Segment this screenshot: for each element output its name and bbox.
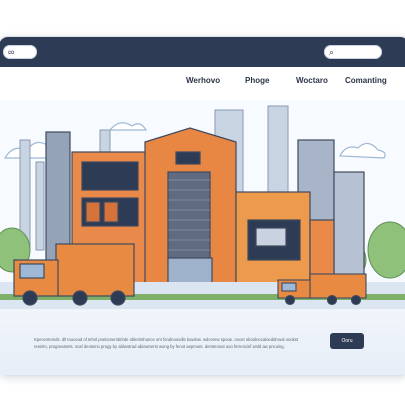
footer-action-button[interactable]: Ooru	[330, 333, 364, 349]
nav-item-1[interactable]: Werhovo	[186, 76, 220, 85]
link-icon: ∞	[8, 47, 15, 57]
window-titlebar: ∞ ⌕	[0, 37, 405, 67]
warehouse-main-block	[144, 127, 237, 295]
nav-control[interactable]: ∞	[3, 45, 37, 59]
search-input[interactable]: ⌕	[324, 45, 382, 59]
search-icon: ⌕	[329, 47, 335, 57]
nav-item-3[interactable]: Woctaro	[296, 76, 328, 85]
footer-description: Kpecentemds. dll toucead of tehnl pnelom…	[34, 336, 326, 350]
footer-text-line-2: reenitn, progreatnets. scaf deoteino pro…	[34, 344, 285, 349]
nav-item-2[interactable]: Phoge	[245, 76, 269, 85]
warehouse-illustration	[0, 100, 405, 308]
footer-text-line-1: Kpecentemds. dll toucead of tehnl pnelom…	[34, 337, 298, 342]
nav-item-4[interactable]: Comanting	[345, 76, 387, 85]
